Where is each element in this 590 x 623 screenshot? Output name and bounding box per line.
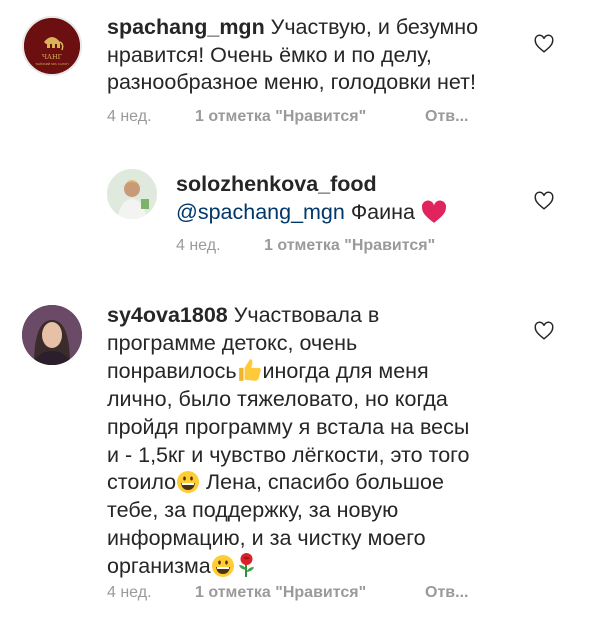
thumbs-up-icon [238,359,261,382]
reply-button[interactable]: Отв... [425,584,468,602]
comment-time: 4 нед. [107,584,152,601]
likes-count-link[interactable]: 1 отметка "Нравится" [264,237,435,255]
username-link[interactable]: solozhenkova_food [176,172,377,196]
avatar-solozhenkova[interactable] [107,169,157,219]
username-link[interactable]: spachang_mgn [107,15,265,39]
user-photo-icon [107,169,157,219]
reply-button[interactable]: Отв... [425,108,468,126]
grinning-face-icon [211,555,234,578]
like-heart-icon[interactable] [533,320,555,342]
mention-link[interactable]: @spachang_mgn [176,200,345,224]
comment-text: spachang_mgn Участвую, и безумно нравитс… [107,15,479,95]
red-heart-icon [421,200,446,223]
avatar-spachang[interactable]: ЧАНГ ТАЙСКИЙ SPA САЛОН [22,16,82,76]
user-photo-icon [22,305,82,365]
likes-count-link[interactable]: 1 отметка "Нравится" [195,584,366,602]
svg-text:ТАЙСКИЙ SPA САЛОН: ТАЙСКИЙ SPA САЛОН [34,61,68,66]
comment-text: sy4ova1808 Участвовала в программе деток… [107,303,470,579]
reply-comment-text: solozhenkova_food @spachang_mgn Фаина [176,171,447,226]
comment-time: 4 нед. [107,108,152,125]
like-heart-icon[interactable] [533,33,555,55]
rose-icon [238,553,254,578]
grinning-face-icon [177,471,200,494]
likes-count-link[interactable]: 1 отметка "Нравится" [195,108,366,126]
username-link[interactable]: sy4ova1808 [107,303,228,327]
svg-text:ЧАНГ: ЧАНГ [42,53,63,61]
like-heart-icon[interactable] [533,190,555,212]
avatar-sy4ova[interactable] [22,305,82,365]
comment-time: 4 нед. [176,237,221,254]
spa-logo-icon: ЧАНГ ТАЙСКИЙ SPA САЛОН [24,18,80,74]
